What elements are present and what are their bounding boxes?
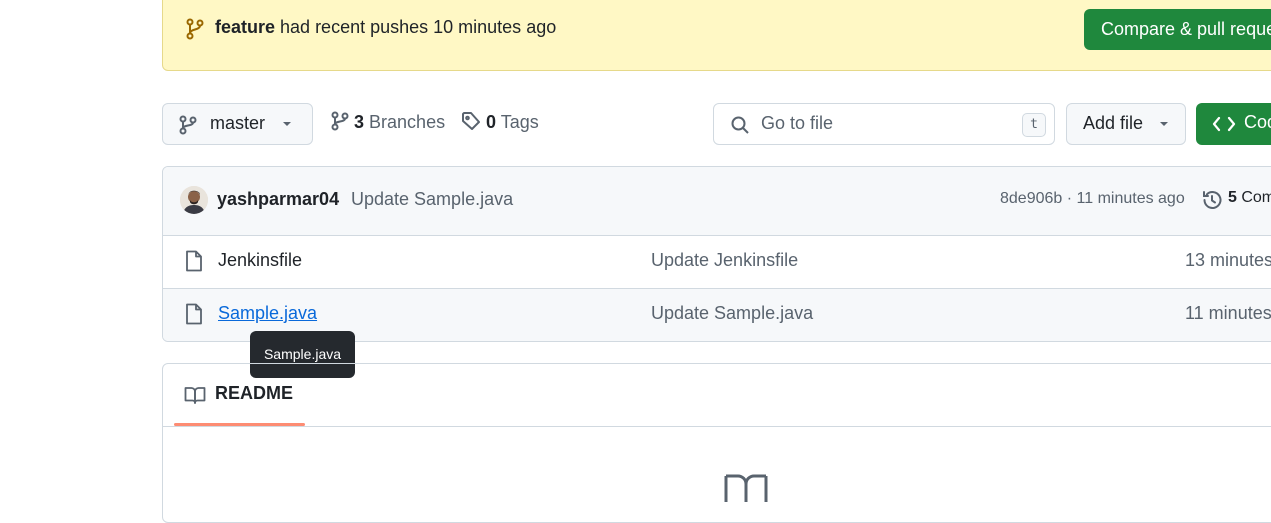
git-branch-icon (179, 115, 197, 135)
search-icon (730, 115, 750, 135)
file-icon (185, 250, 203, 272)
git-branch-icon (186, 18, 204, 40)
chevron-down-icon (1158, 118, 1170, 130)
commits-link[interactable]: 5 Commits (1228, 189, 1271, 207)
tags-link[interactable]: 0 Tags (461, 111, 539, 133)
add-file-label: Add file (1083, 113, 1144, 133)
banner-text: had recent pushes 10 minutes ago (275, 17, 557, 37)
file-icon (185, 303, 203, 325)
branch-name: master (210, 113, 266, 133)
avatar[interactable] (180, 186, 208, 214)
tag-icon (461, 111, 481, 131)
file-commit-age: 13 minutes ago (1185, 250, 1271, 270)
add-file-button[interactable]: Add file (1066, 103, 1186, 145)
code-label: Code (1244, 112, 1271, 132)
book-icon (184, 385, 206, 405)
git-branch-icon (331, 111, 349, 131)
branches-count: 3 (354, 112, 365, 132)
chevron-down-icon (281, 118, 293, 130)
latest-commit-row: yashparmar04 Update Sample.java 8de906b … (163, 167, 1271, 236)
readme-divider (163, 426, 1271, 427)
branches-link[interactable]: 3 Branches (331, 111, 445, 133)
tags-label: Tags (496, 112, 539, 132)
banner-message: feature had recent pushes 10 minutes ago (215, 17, 556, 38)
branch-selector[interactable]: master (162, 103, 313, 145)
branches-label: Branches (364, 112, 446, 132)
file-name-link[interactable]: Sample.java (218, 303, 317, 324)
keyboard-shortcut-hint: t (1022, 113, 1046, 137)
search-placeholder: Go to file (761, 113, 834, 133)
tags-count: 0 (486, 112, 497, 132)
compare-pull-request-button[interactable]: Compare & pull request (1084, 9, 1271, 50)
readme-tab[interactable]: README (215, 383, 293, 404)
commit-author[interactable]: yashparmar04 (217, 189, 339, 210)
file-name-link[interactable]: Jenkinsfile (218, 250, 302, 271)
readme-panel (162, 363, 1271, 523)
commits-label: Commits (1241, 189, 1271, 206)
commit-hash-time[interactable]: 8de906b · 11 minutes ago (1000, 190, 1185, 208)
file-table: yashparmar04 Update Sample.java 8de906b … (162, 166, 1271, 342)
file-commit-message[interactable]: Update Jenkinsfile (651, 250, 798, 271)
file-row: Jenkinsfile Update Jenkinsfile 13 minute… (163, 236, 1271, 289)
go-to-file-input[interactable]: Go to file t (713, 103, 1055, 145)
banner-branch-name[interactable]: feature (215, 17, 275, 37)
history-icon (1201, 189, 1223, 211)
commits-count: 5 (1228, 189, 1237, 206)
code-button[interactable]: Code (1196, 103, 1271, 145)
file-commit-message[interactable]: Update Sample.java (651, 303, 813, 324)
file-commit-age: 11 minutes ago (1185, 303, 1271, 323)
commit-message[interactable]: Update Sample.java (351, 189, 513, 210)
code-icon (1212, 115, 1236, 133)
